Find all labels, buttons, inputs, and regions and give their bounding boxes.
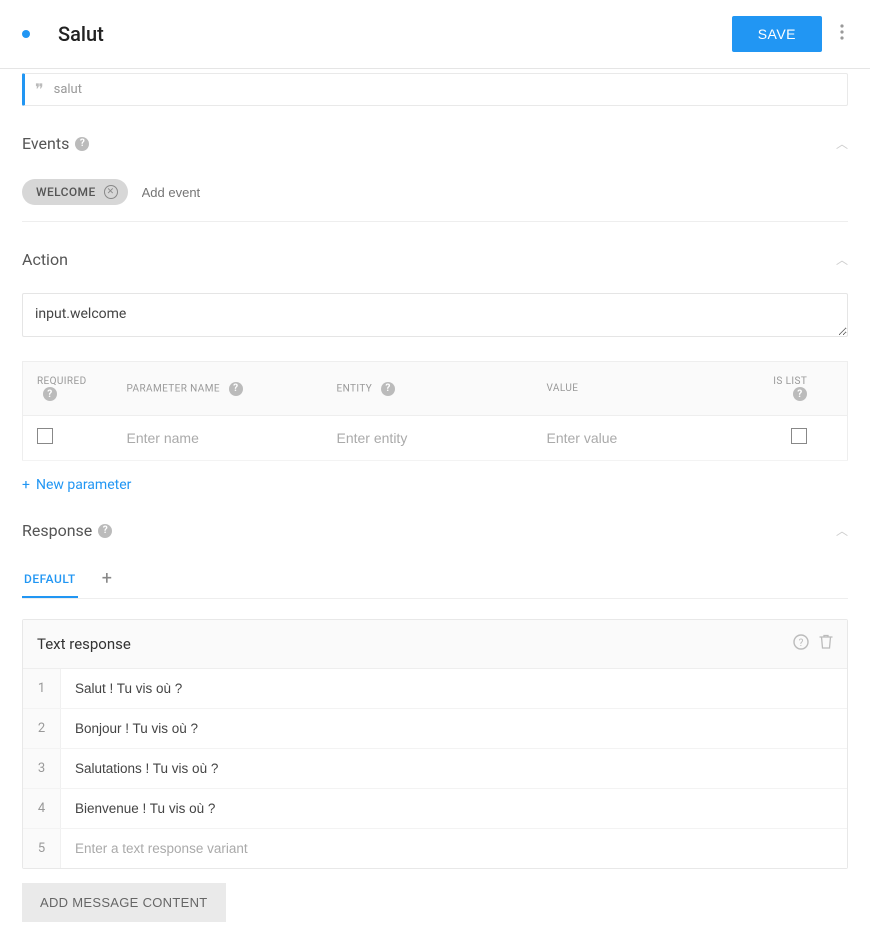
- action-heading: Action: [22, 250, 68, 269]
- help-icon[interactable]: ?: [229, 382, 243, 396]
- param-value-input[interactable]: [547, 430, 724, 446]
- action-name-input[interactable]: [22, 293, 848, 337]
- close-icon[interactable]: ✕: [104, 185, 118, 199]
- add-event-input[interactable]: [142, 185, 318, 200]
- quote-icon: ❞: [35, 80, 44, 99]
- response-heading: Response: [22, 521, 92, 540]
- text-response-title: Text response: [37, 635, 783, 653]
- event-chip-welcome[interactable]: WELCOME ✕: [22, 179, 128, 205]
- th-required: REQUIRED ?: [23, 362, 113, 416]
- plus-icon: +: [22, 477, 30, 493]
- page-title: Salut: [58, 22, 732, 46]
- param-name-input[interactable]: [127, 430, 309, 446]
- add-tab-button[interactable]: +: [102, 568, 112, 595]
- more-icon[interactable]: [836, 20, 848, 48]
- new-parameter-label: New parameter: [36, 477, 131, 493]
- events-row: WELCOME ✕: [22, 159, 848, 222]
- th-param-name: PARAMETER NAME ?: [113, 362, 323, 416]
- page-header: Salut SAVE: [0, 0, 870, 69]
- response-input[interactable]: [61, 709, 847, 748]
- chevron-up-icon[interactable]: ︿: [836, 135, 848, 152]
- svg-text:?: ?: [799, 638, 804, 649]
- events-heading: Events: [22, 134, 69, 153]
- th-value: VALUE: [533, 362, 738, 416]
- row-number: 3: [23, 749, 61, 788]
- help-icon[interactable]: ?: [793, 387, 807, 401]
- text-response-card: Text response ? 1 2 3 4 5: [22, 619, 848, 869]
- response-tabs: DEFAULT +: [22, 564, 848, 599]
- training-phrase-box[interactable]: ❞ salut: [22, 73, 848, 106]
- response-row: 4: [23, 789, 847, 829]
- row-number: 2: [23, 709, 61, 748]
- required-checkbox[interactable]: [37, 428, 53, 444]
- response-input[interactable]: [61, 669, 847, 708]
- table-row: [23, 416, 848, 461]
- response-input[interactable]: [61, 789, 847, 828]
- response-input-placeholder[interactable]: [61, 829, 847, 868]
- response-input[interactable]: [61, 749, 847, 788]
- tab-default[interactable]: DEFAULT: [22, 564, 78, 598]
- trash-icon[interactable]: [819, 634, 833, 654]
- status-dot: [22, 30, 30, 38]
- action-section-head[interactable]: Action ︿: [22, 250, 848, 275]
- new-parameter-button[interactable]: + New parameter: [22, 477, 131, 493]
- save-button[interactable]: SAVE: [732, 16, 822, 52]
- response-row: 2: [23, 709, 847, 749]
- th-entity: ENTITY ?: [323, 362, 533, 416]
- row-number: 4: [23, 789, 61, 828]
- response-section-head[interactable]: Response ? ︿: [22, 521, 848, 546]
- th-is-list: IS LIST ?: [738, 362, 848, 416]
- response-row: 1: [23, 669, 847, 709]
- row-number: 5: [23, 829, 61, 868]
- param-entity-input[interactable]: [337, 430, 519, 446]
- parameters-table: REQUIRED ? PARAMETER NAME ? ENTITY ? VAL…: [22, 361, 848, 461]
- text-response-head: Text response ?: [23, 620, 847, 669]
- chevron-up-icon[interactable]: ︿: [836, 522, 848, 539]
- is-list-checkbox[interactable]: [791, 428, 807, 444]
- help-icon[interactable]: ?: [98, 524, 112, 538]
- add-message-content-button[interactable]: ADD MESSAGE CONTENT: [22, 883, 226, 922]
- training-phrase-text: salut: [54, 82, 82, 97]
- help-icon[interactable]: ?: [43, 387, 57, 401]
- response-row: 3: [23, 749, 847, 789]
- help-icon[interactable]: ?: [793, 634, 809, 654]
- response-row: 5: [23, 829, 847, 868]
- event-chip-label: WELCOME: [36, 185, 96, 199]
- events-section-head[interactable]: Events ? ︿: [22, 134, 848, 159]
- help-icon[interactable]: ?: [75, 137, 89, 151]
- chevron-up-icon[interactable]: ︿: [836, 251, 848, 268]
- row-number: 1: [23, 669, 61, 708]
- help-icon[interactable]: ?: [381, 382, 395, 396]
